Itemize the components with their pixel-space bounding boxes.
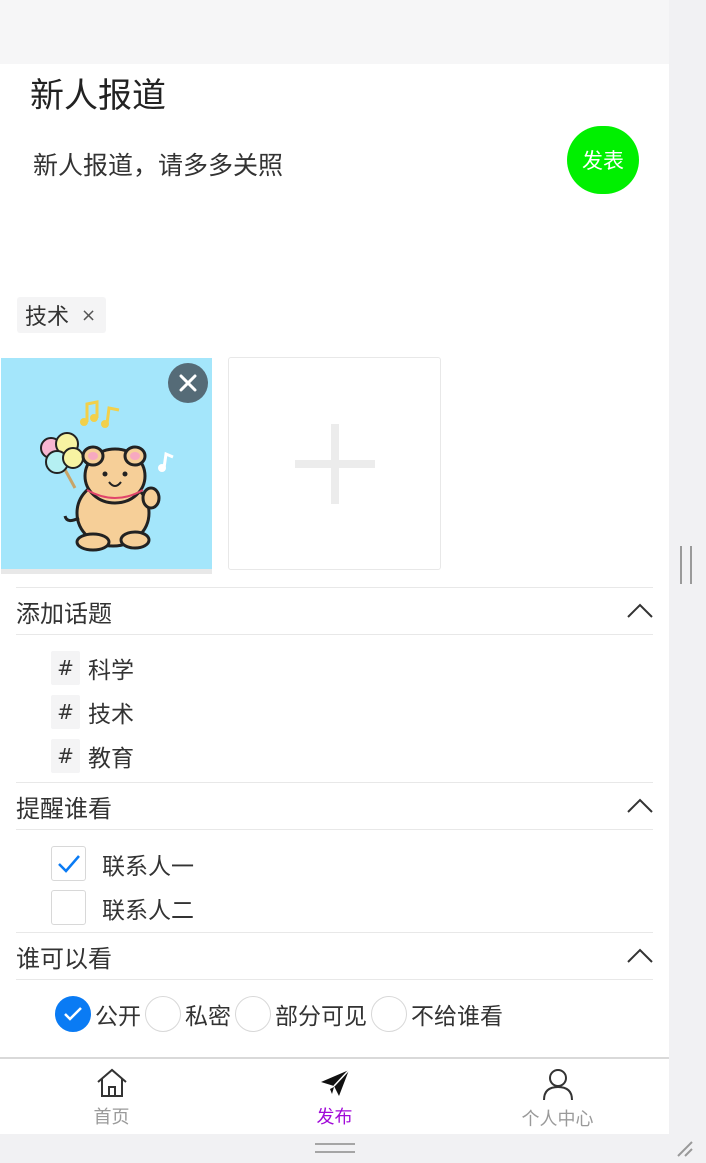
- home-icon: [96, 1068, 127, 1097]
- radio-public[interactable]: [55, 996, 91, 1032]
- tag-label: 技术: [25, 305, 70, 330]
- drag-handle[interactable]: [315, 1143, 355, 1153]
- plus-icon: [294, 423, 375, 504]
- post-editor: 新人报道 新人报道，请多多关照 发表 技术 × 添加话题 # 科学 # 技术 #…: [0, 64, 669, 1058]
- remove-image-icon[interactable]: [168, 363, 208, 403]
- post-content[interactable]: 新人报道，请多多关照: [33, 146, 283, 182]
- radio-label-exclude[interactable]: 不给谁看: [411, 997, 503, 1031]
- contact-checkbox-checked[interactable]: [51, 846, 86, 881]
- tab-label: 首页: [93, 1107, 130, 1128]
- tab-label: 个人中心: [521, 1109, 594, 1130]
- user-icon: [542, 1069, 573, 1101]
- tab-profile[interactable]: 个人中心: [446, 1059, 669, 1134]
- radio-label-public[interactable]: 公开: [95, 997, 141, 1031]
- radio-label-partial[interactable]: 部分可见: [275, 997, 367, 1031]
- topic-label: 教育: [88, 746, 134, 772]
- top-bar: [0, 0, 669, 64]
- visibility-section-header[interactable]: 谁可以看: [16, 932, 653, 980]
- hash-icon: #: [51, 695, 80, 729]
- remind-section-header[interactable]: 提醒谁看: [16, 782, 653, 830]
- hash-icon: #: [51, 739, 80, 773]
- selected-tag: 技术 ×: [17, 297, 107, 333]
- contact-label: 联系人一: [102, 853, 194, 880]
- publish-button[interactable]: 发表: [567, 126, 639, 194]
- visibility-header-label: 谁可以看: [16, 944, 112, 973]
- uploaded-image[interactable]: [1, 358, 212, 574]
- visibility-options: 公开 私密 部分可见 不给谁看: [55, 996, 507, 1032]
- paper-plane-icon: [320, 1069, 350, 1096]
- tab-home[interactable]: 首页: [0, 1059, 223, 1134]
- tab-label: 发布: [316, 1107, 353, 1128]
- contact-label: 联系人二: [102, 897, 194, 924]
- tag-remove-icon[interactable]: ×: [81, 305, 96, 326]
- topic-label: 技术: [88, 702, 134, 728]
- topic-label: 科学: [88, 658, 134, 684]
- radio-private[interactable]: [145, 996, 181, 1032]
- check-icon: [64, 1007, 82, 1021]
- radio-partial[interactable]: [235, 996, 271, 1032]
- topics-section-header[interactable]: 添加话题: [16, 587, 653, 635]
- check-icon: [57, 854, 80, 873]
- post-title[interactable]: 新人报道: [30, 68, 166, 117]
- radio-label-private[interactable]: 私密: [185, 997, 231, 1031]
- add-image-button[interactable]: [228, 357, 441, 570]
- contact-checkbox[interactable]: [51, 890, 86, 925]
- chevron-up-icon[interactable]: [627, 948, 653, 964]
- topic-item-tech[interactable]: # 技术: [51, 695, 134, 729]
- topics-header-label: 添加话题: [16, 599, 112, 628]
- radio-exclude[interactable]: [371, 996, 407, 1032]
- remind-header-label: 提醒谁看: [16, 794, 112, 823]
- hash-icon: #: [51, 651, 80, 685]
- bottom-tab-bar: 首页 发布 个人中心: [0, 1057, 669, 1134]
- topic-item-education[interactable]: # 教育: [51, 739, 134, 773]
- tab-publish[interactable]: 发布: [223, 1059, 446, 1134]
- scrollbar-grip[interactable]: [680, 546, 692, 584]
- topic-item-science[interactable]: # 科学: [51, 651, 134, 685]
- contact-item-1[interactable]: 联系人一: [51, 846, 194, 881]
- contact-item-2[interactable]: 联系人二: [51, 890, 194, 925]
- chevron-up-icon[interactable]: [627, 798, 653, 814]
- resize-handle-icon[interactable]: [674, 1138, 696, 1158]
- chevron-up-icon[interactable]: [627, 603, 653, 619]
